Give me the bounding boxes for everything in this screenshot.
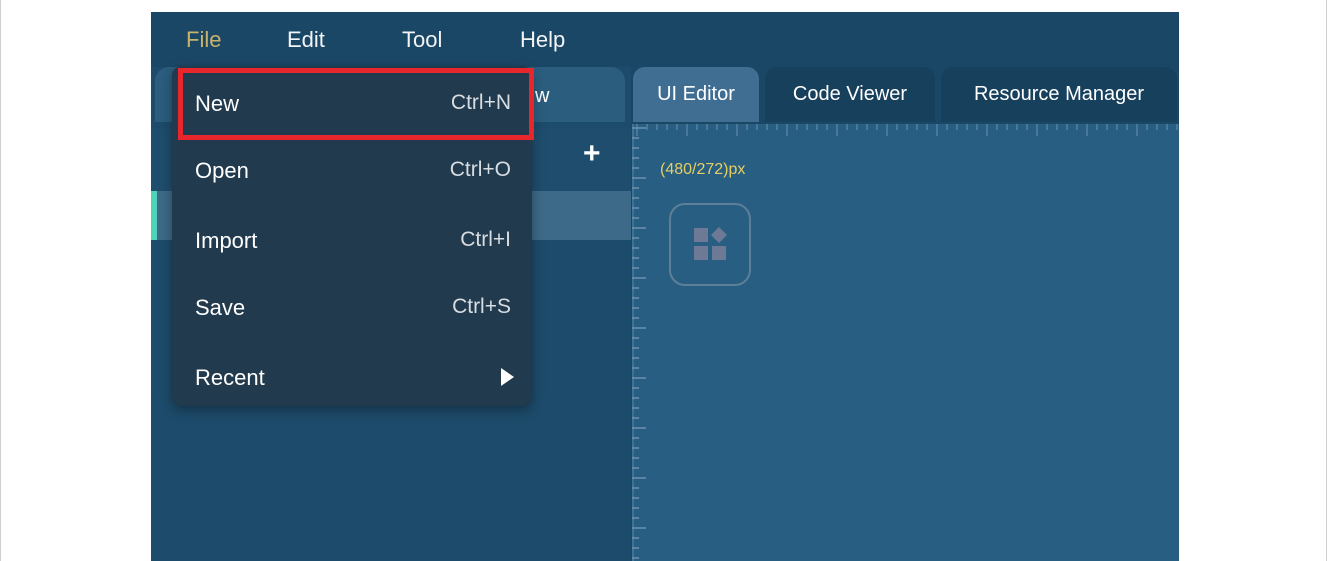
widget-placeholder[interactable]	[669, 203, 751, 286]
widgets-icon	[694, 227, 727, 260]
menu-item-label: Recent	[195, 365, 265, 390]
left-panel-tab-label: w	[535, 85, 550, 107]
screenshot-border-left	[0, 0, 1, 561]
menu-bar: File Edit Tool Help	[151, 12, 1179, 67]
tab-ui-editor[interactable]: UI Editor	[633, 67, 759, 122]
menu-edit[interactable]: Edit	[287, 26, 325, 54]
shortcut-label: Ctrl+I	[460, 228, 511, 251]
menu-tool[interactable]: Tool	[402, 26, 442, 54]
plus-icon[interactable]: +	[583, 137, 601, 171]
highlight-box	[178, 68, 534, 140]
menu-item-label: Import	[195, 228, 258, 253]
shortcut-label: Ctrl+S	[452, 295, 511, 318]
screenshot-border-right	[1326, 0, 1327, 561]
menu-item-label: Save	[195, 295, 246, 320]
chevron-right-icon	[501, 368, 514, 386]
design-canvas[interactable]	[634, 124, 1179, 561]
vertical-ruler	[632, 124, 646, 561]
menu-help[interactable]: Help	[520, 26, 565, 54]
canvas-size-label: (480/272)px	[660, 161, 746, 178]
editor-tab-bar: UI Editor Code Viewer Resource Manager	[631, 67, 1179, 124]
tab-code-viewer[interactable]: Code Viewer	[765, 67, 935, 122]
selection-indicator	[151, 191, 157, 240]
tab-resource-manager[interactable]: Resource Manager	[941, 67, 1177, 122]
horizontal-ruler	[636, 124, 1178, 136]
menu-item-import[interactable]: Import Ctrl+I	[172, 213, 532, 269]
menu-item-open[interactable]: Open Ctrl+O	[172, 143, 532, 199]
shortcut-label: Ctrl+O	[449, 158, 511, 181]
menu-item-recent[interactable]: Recent	[172, 350, 532, 406]
menu-item-save[interactable]: Save Ctrl+S	[172, 280, 532, 336]
menu-file[interactable]: File	[186, 26, 221, 54]
menu-item-label: Open	[195, 158, 249, 183]
